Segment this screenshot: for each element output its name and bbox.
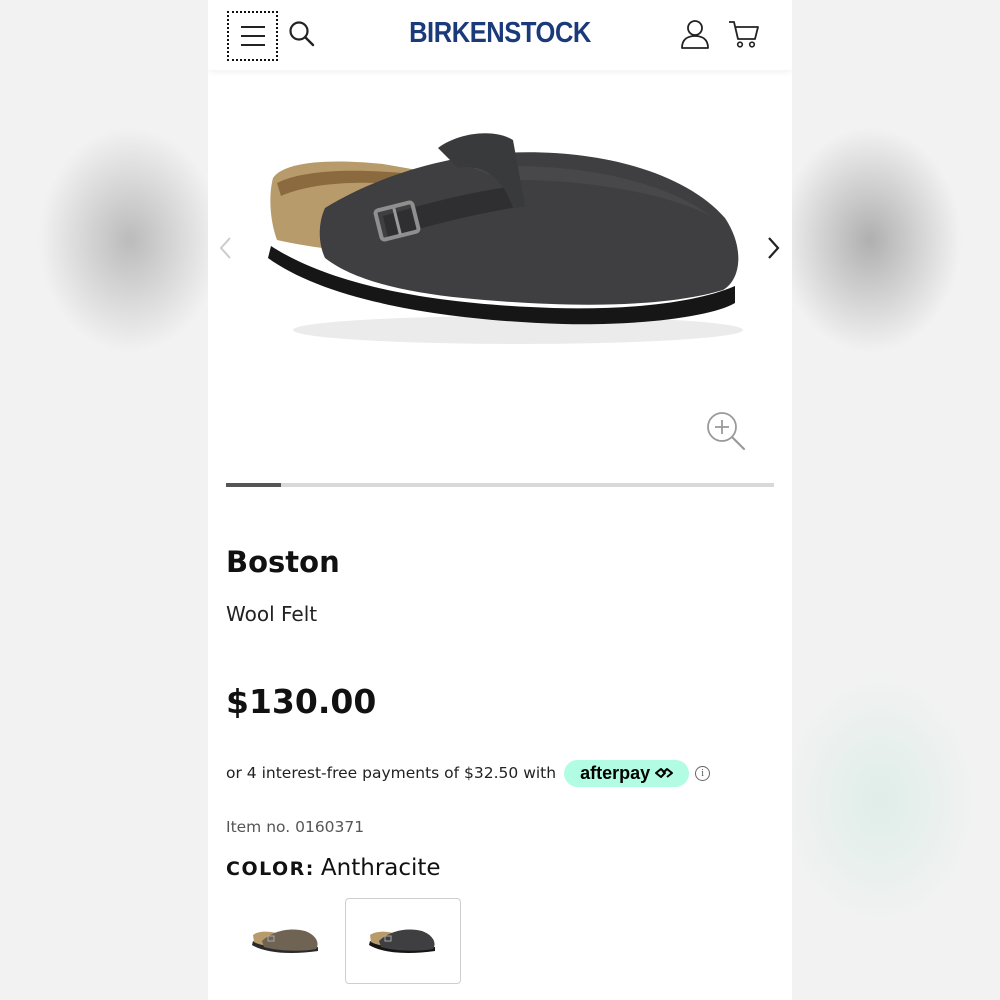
product-image-carousel[interactable] (208, 80, 792, 480)
next-image-button[interactable] (764, 235, 784, 261)
afterpay-badge[interactable]: afterpay (564, 759, 690, 787)
carousel-progress-indicator (226, 483, 281, 487)
afterpay-logo-icon (655, 768, 674, 778)
product-page: BIRKENSTOCK Boston Wool Felt $130.00 or … (208, 0, 792, 1000)
cart-button[interactable] (727, 18, 761, 50)
product-material: Wool Felt (226, 602, 318, 626)
carousel-progress-bar (226, 483, 774, 487)
installments-row: or 4 interest-free payments of $32.50 wi… (226, 759, 711, 787)
color-selection-label: COLOR: Anthracite (226, 855, 441, 881)
product-title: Boston (226, 545, 340, 579)
item-number: Item no. 0160371 (226, 818, 365, 836)
color-value: Anthracite (320, 855, 441, 881)
color-swatch-mocha[interactable] (228, 898, 344, 984)
afterpay-label: afterpay (580, 762, 651, 783)
swatch-image (252, 929, 318, 953)
user-icon (681, 20, 709, 49)
installments-text: or 4 interest-free payments of $32.50 wi… (226, 764, 557, 782)
site-header: BIRKENSTOCK (208, 0, 792, 70)
chevron-left-icon (219, 237, 231, 259)
swatch-image (369, 929, 435, 953)
product-price: $130.00 (226, 682, 377, 721)
zoom-button[interactable] (705, 410, 747, 452)
previous-image-button[interactable] (216, 235, 236, 261)
account-button[interactable] (679, 18, 711, 50)
chevron-right-icon (768, 237, 780, 259)
product-image (268, 133, 743, 344)
zoom-in-icon (707, 412, 746, 451)
info-icon[interactable]: i (695, 765, 711, 781)
color-swatch-anthracite[interactable] (345, 898, 461, 984)
color-label: COLOR: (226, 858, 315, 880)
cart-icon (729, 21, 759, 48)
